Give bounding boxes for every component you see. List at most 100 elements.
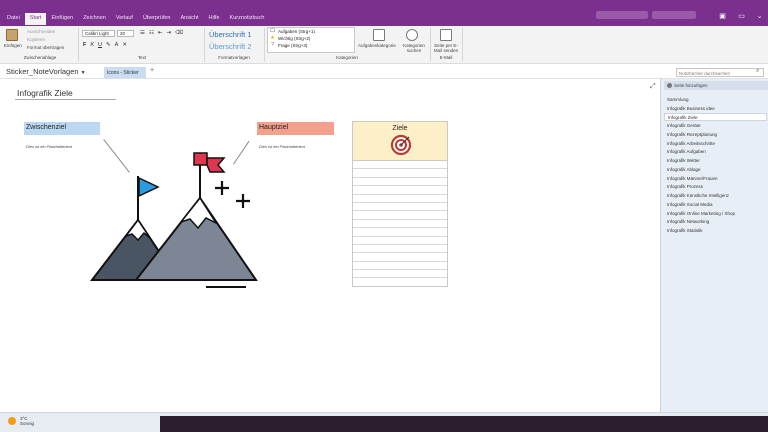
tag-item[interactable]: ★ Wichtig (Strg+2) — [268, 35, 354, 42]
menu-bar: Datei Start Einfügen Zeichnen Verlauf Üb… — [2, 13, 269, 25]
italic-button[interactable]: K — [90, 42, 94, 48]
intermediate-goal-label[interactable]: Zwischenziel — [24, 122, 100, 135]
page-item[interactable]: Infografik Künstliche Intelligenz — [664, 192, 767, 200]
page-item[interactable]: Infografik Social Media — [664, 201, 767, 209]
blue-flag-icon — [138, 176, 160, 198]
goal-line[interactable] — [353, 228, 447, 237]
tag-item[interactable]: ☐ Aufgaben (Strg+1) — [268, 28, 354, 35]
todo-tag-button[interactable]: Aufgabenkategorie — [358, 43, 396, 48]
menu-ueberpruefen[interactable]: Überprüfen — [138, 13, 176, 25]
menu-einfuegen[interactable]: Einfügen — [46, 13, 78, 25]
paste-icon[interactable] — [6, 29, 18, 41]
paragraph-row: ☰ ☷ ⇤ ⇥ ⌫ — [140, 30, 183, 36]
tag-label: Wichtig (Strg+2) — [278, 36, 311, 41]
menu-zeichnen[interactable]: Zeichnen — [78, 13, 111, 25]
search-input[interactable]: Notizbücher durchsuchen — [676, 68, 764, 77]
menu-start[interactable]: Start — [24, 13, 47, 25]
section-tab[interactable]: Icons - Sticker — [104, 67, 146, 78]
page-item[interactable]: Infografik Arbeitsschritte — [664, 140, 767, 148]
page-item[interactable]: Infografik Wetter — [664, 157, 767, 165]
page-item[interactable]: Infografik Networking — [664, 218, 767, 226]
goal-line[interactable] — [353, 220, 447, 229]
menu-ansicht[interactable]: Ansicht — [175, 13, 203, 25]
add-page-button[interactable]: Seite hinzufügen — [664, 81, 768, 90]
ribbon-divider — [78, 28, 79, 62]
underline-button[interactable]: U — [98, 42, 102, 48]
goal-line[interactable] — [353, 161, 447, 170]
taskbar — [160, 416, 768, 432]
goal-line[interactable] — [353, 262, 447, 271]
page-item[interactable]: Infografik Rezeptplanung — [664, 131, 767, 139]
heading2-style[interactable]: Überschrift 2 — [209, 42, 252, 51]
todo-tag-icon[interactable] — [373, 29, 385, 41]
find-tags-icon[interactable] — [406, 29, 418, 41]
menu-hilfe[interactable]: Hilfe — [204, 13, 225, 25]
find-tags-button[interactable]: Kategorien suchen — [402, 43, 426, 53]
goal-line[interactable] — [353, 211, 447, 220]
page-item[interactable]: Infografik Prozess — [664, 183, 767, 191]
page-item[interactable]: Sammlung — [664, 96, 767, 104]
ribbon-divider — [264, 28, 265, 62]
chevron-down-icon: ▼ — [80, 70, 86, 76]
intermediate-goal-text[interactable]: Dies ist ein Platzhaltertext — [26, 144, 72, 149]
email-page-button[interactable]: Seite per E-Mail senden — [433, 43, 459, 53]
menu-kurznotizbuch[interactable]: Kurznotizbuch — [225, 13, 270, 25]
notebook-selector[interactable]: Sticker_NoteVorlagen ▼ — [6, 67, 86, 76]
format-painter-button[interactable]: Format übertragen — [27, 45, 64, 50]
comment-icon[interactable]: ▭ — [737, 13, 746, 21]
bold-button[interactable]: F — [83, 42, 86, 48]
font-family-select[interactable]: Calibri Light — [82, 30, 115, 37]
menu-verlauf[interactable]: Verlauf — [111, 13, 138, 25]
add-section-icon[interactable]: + — [150, 67, 154, 74]
sun-icon[interactable] — [8, 417, 16, 425]
add-page-label: Seite hinzufügen — [674, 83, 708, 88]
main-goal-text[interactable]: Dies ist ein Platzhaltertext — [259, 144, 305, 149]
goal-line[interactable] — [353, 178, 447, 187]
goal-line[interactable] — [353, 278, 447, 286]
heading1-style[interactable]: Überschrift 1 — [209, 30, 252, 39]
fullscreen-icon[interactable]: ⤢ — [650, 83, 656, 91]
red-flag-icon — [193, 152, 208, 166]
font-color-icon[interactable]: A — [115, 42, 119, 48]
page-item[interactable]: Infografik Aufgaben — [664, 148, 767, 156]
numbering-icon[interactable]: ☷ — [149, 30, 154, 36]
page-item[interactable]: Infografik Online Marketing / Shop — [664, 210, 767, 218]
clear-format-icon[interactable]: ✕ — [122, 42, 127, 48]
page-item[interactable]: Infografik Ziele — [664, 113, 767, 121]
cut-button[interactable]: Ausschneiden — [27, 29, 55, 34]
goal-line[interactable] — [353, 245, 447, 254]
goals-title[interactable]: Ziele — [353, 125, 447, 132]
page-title[interactable]: Infografik Ziele — [17, 88, 73, 98]
copy-button[interactable]: Kopieren — [27, 37, 45, 42]
goal-line[interactable] — [353, 237, 447, 245]
page-item[interactable]: Infografik Business idee — [664, 105, 767, 113]
clear-icon[interactable]: ⌫ — [175, 30, 183, 36]
page-item[interactable]: Infografik Männer/Frauen — [664, 175, 767, 183]
main-goal-label[interactable]: Hauptziel — [257, 122, 334, 135]
goal-line[interactable] — [353, 253, 447, 262]
weather-widget[interactable]: 3°C Sonnig — [20, 416, 34, 426]
goal-line[interactable] — [353, 169, 447, 178]
page-item[interactable]: Infografik Statistik — [664, 227, 767, 235]
goals-card[interactable]: Ziele — [352, 121, 448, 287]
goal-line[interactable] — [353, 186, 447, 195]
menu-datei[interactable]: Datei — [2, 13, 25, 25]
highlight-icon[interactable]: ✎ — [106, 42, 111, 48]
bullets-icon[interactable]: ☰ — [140, 30, 145, 36]
weather-condition: Sonnig — [20, 421, 35, 426]
page-item[interactable]: Infografik Geräte — [664, 122, 767, 130]
goal-line[interactable] — [353, 195, 447, 203]
search-icon[interactable]: ⌕ — [756, 68, 759, 75]
tags-gallery[interactable]: ☐ Aufgaben (Strg+1) ★ Wichtig (Strg+2) ?… — [267, 27, 355, 53]
paste-button[interactable]: Einfügen — [4, 43, 22, 48]
goal-line[interactable] — [353, 203, 447, 212]
page-item[interactable]: Infografik Ablage — [664, 166, 767, 174]
font-size-select[interactable]: 20 — [117, 30, 134, 37]
outdent-icon[interactable]: ⇤ — [158, 30, 163, 36]
indent-icon[interactable]: ⇥ — [166, 30, 171, 36]
email-icon[interactable] — [440, 29, 452, 41]
goal-line[interactable] — [353, 270, 447, 279]
tag-item[interactable]: ? Frage (Strg+3) — [268, 42, 354, 49]
ribbon-toggle-icon[interactable]: ⌄ — [755, 13, 764, 21]
sticky-notes-icon[interactable]: ▣ — [718, 13, 727, 21]
